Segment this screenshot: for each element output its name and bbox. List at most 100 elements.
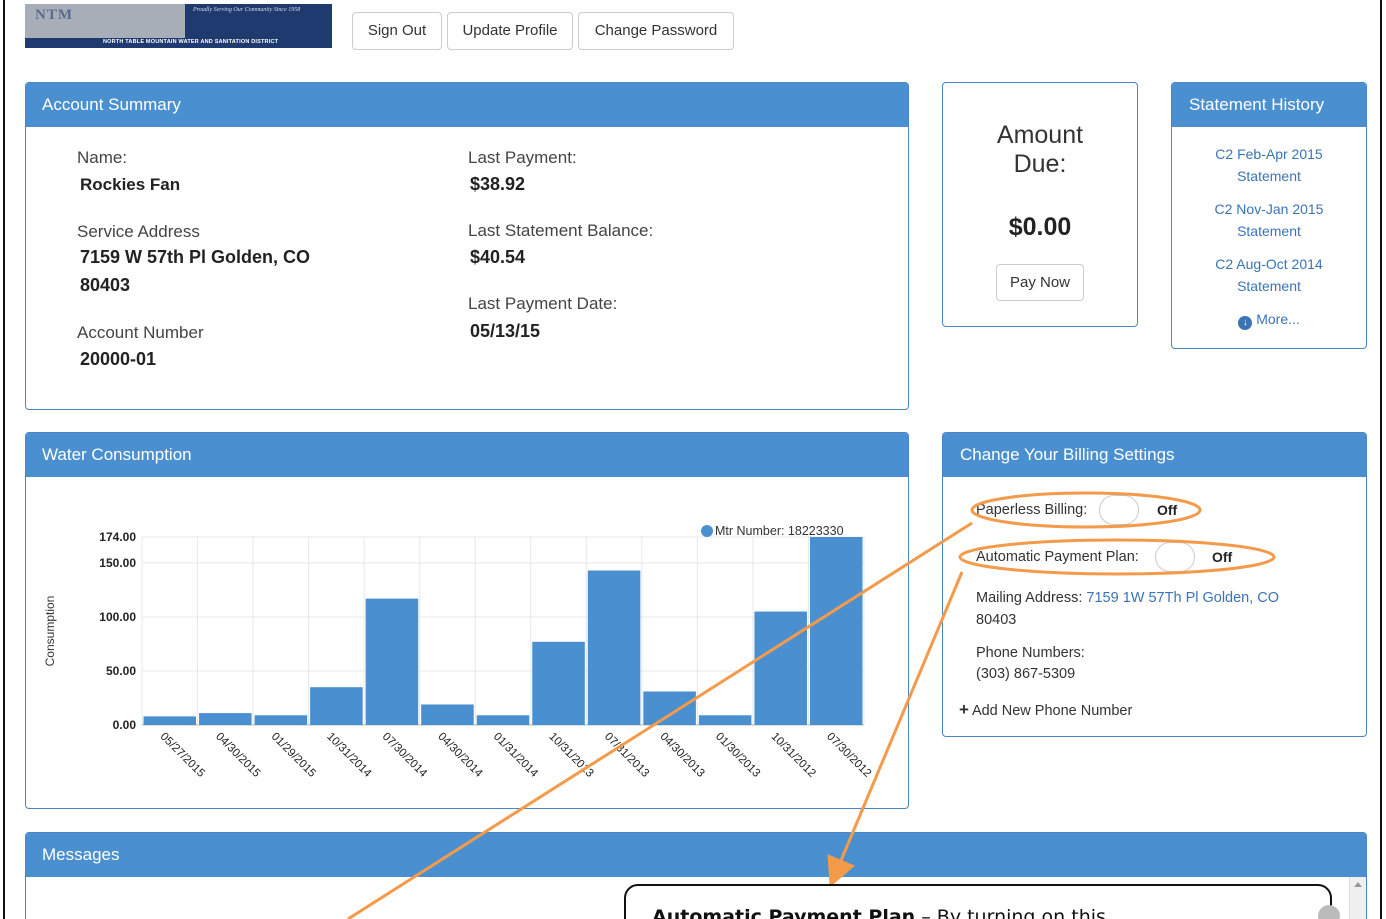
autopay-callout: Automatic Payment Plan – By turning on t…: [624, 884, 1332, 919]
logo-ntm-text: NTM: [35, 7, 73, 23]
add-phone-number-label: Add New Phone Number: [971, 703, 1133, 719]
messages-title: Messages: [26, 833, 1366, 877]
x-tick-label: 10/31/2014: [324, 731, 374, 781]
amount-due-label: Amount Due:: [943, 121, 1137, 179]
statement-history-title: Statement History: [1172, 83, 1366, 127]
name-value: Rockies Fan: [80, 175, 181, 194]
last-payment-value: $38.92: [470, 174, 526, 194]
y-tick-label: 174.00: [99, 530, 136, 544]
scroll-up-arrow-icon: [1354, 882, 1362, 887]
statement-link-2-line2: Statement: [1237, 223, 1301, 239]
x-tick-label: 01/29/2015: [269, 731, 318, 780]
circle-arrow-down-icon: ↓: [1238, 316, 1253, 330]
mailing-address-label: Mailing Address:: [976, 590, 1083, 606]
bar: [754, 611, 807, 725]
y-tick-label: 150.00: [99, 556, 136, 570]
statement-link-1-line2: Statement: [1237, 168, 1301, 184]
x-tick-label: 05/27/2015: [158, 731, 207, 780]
bar: [809, 537, 863, 725]
y-tick-label: 100.00: [99, 610, 136, 624]
service-address-line1: 7159 W 57th Pl Golden, CO: [80, 247, 311, 267]
bar: [365, 598, 419, 725]
bar: [698, 715, 752, 725]
paperless-billing-label: Paperless Billing:: [976, 502, 1088, 518]
mailing-address: Mailing Address: 7159 1W 57Th Pl Golden,…: [976, 590, 1279, 606]
legend-label: Mtr Number: 18223330: [715, 524, 844, 538]
account-number-label: Account Number: [77, 323, 204, 342]
change-password-button[interactable]: Change Password: [578, 12, 734, 50]
more-statements-link[interactable]: ↓ More...: [1172, 308, 1366, 330]
y-axis-label: Consumption: [43, 596, 57, 667]
autopay-callout-rest: – By turning on this: [915, 906, 1106, 919]
water-consumption-panel: Water Consumption 0.00 50.00 100.00 150.00 1…: [25, 432, 909, 809]
sign-out-button[interactable]: Sign Out: [352, 12, 442, 50]
statement-link-3-line2: Statement: [1237, 278, 1301, 294]
update-profile-button[interactable]: Update Profile: [447, 12, 573, 50]
paperless-billing-state: Off: [1157, 502, 1178, 518]
amount-due-value: $0.00: [1008, 213, 1072, 241]
x-tick-label: 07/30/2014: [380, 731, 430, 781]
bar: [199, 713, 252, 725]
bar: [310, 687, 363, 725]
x-tick-label: 04/30/2015: [213, 731, 262, 780]
name-label: Name:: [77, 148, 128, 167]
x-tick-label: 10/31/2012: [769, 731, 818, 780]
statement-link-3-line1: C2 Aug-Oct 2014: [1215, 256, 1323, 272]
legend-swatch: [701, 525, 713, 537]
mailing-address-value[interactable]: 7159 1W 57Th Pl Golden, CO: [1086, 590, 1279, 606]
x-tick-label: 07/30/2012: [824, 731, 873, 780]
y-tick-label: 50.00: [106, 664, 136, 678]
messages-scrollbar[interactable]: [1349, 877, 1366, 919]
more-statements-label: More...: [1256, 311, 1300, 327]
y-tick-label: 0.00: [113, 718, 137, 732]
x-tick-label: 01/31/2014: [491, 731, 541, 781]
autopay-callout-text: Automatic Payment Plan – By turning on t…: [652, 906, 1106, 919]
consumption-chart: 0.0050.00100.00150.00174.0005/27/2015 04/…: [43, 524, 873, 781]
amount-due-panel: Amount Due: $0.00 Pay Now: [942, 82, 1138, 327]
bar: [643, 691, 696, 725]
bar: [532, 641, 585, 725]
service-address-label: Service Address: [77, 222, 200, 241]
logo-tagline: Proudly Serving Our Community Since 1958: [193, 7, 301, 13]
service-address-line2: 80403: [80, 275, 131, 295]
statement-link-2-line1: C2 Nov-Jan 2015: [1214, 201, 1324, 217]
amount-due-label-line1: Amount: [996, 121, 1084, 149]
statement-link-2[interactable]: C2 Nov-Jan 2015 Statement: [1172, 198, 1366, 242]
autopay-toggle[interactable]: [1155, 542, 1195, 572]
statement-link-3[interactable]: C2 Aug-Oct 2014 Statement: [1172, 253, 1366, 297]
paperless-billing-toggle[interactable]: [1099, 495, 1139, 525]
autopay-callout-bold: Automatic Payment Plan: [652, 906, 916, 919]
statement-history-panel: Statement History C2 Feb-Apr 2015 Stateme…: [1171, 82, 1367, 349]
bar: [143, 716, 197, 725]
statement-list: C2 Feb-Apr 2015 Statement C2 Nov-Jan 2015…: [1172, 143, 1366, 330]
last-payment-label: Last Payment:: [468, 148, 577, 167]
last-payment-date-label: Last Payment Date:: [468, 294, 618, 313]
water-consumption-title: Water Consumption: [26, 433, 908, 477]
phone-number-link[interactable]: (303) 867-5309: [976, 666, 1075, 682]
bar: [476, 715, 530, 725]
x-tick-label: 04/30/2014: [435, 731, 485, 781]
last-statement-value: $40.54: [470, 247, 526, 267]
pay-now-button[interactable]: Pay Now: [996, 264, 1084, 301]
mailing-address-zip[interactable]: 80403: [976, 612, 1016, 628]
phone-numbers-label: Phone Numbers:: [976, 645, 1085, 661]
account-summary-title: Account Summary: [26, 83, 908, 127]
billing-settings-title: Change Your Billing Settings: [943, 433, 1366, 477]
x-tick-label: 04/30/2013: [657, 731, 706, 780]
statement-link-1[interactable]: C2 Feb-Apr 2015 Statement: [1172, 143, 1366, 187]
amount-due-label-line2: Due:: [1013, 150, 1067, 178]
add-phone-number-link[interactable]: + Add New Phone Number: [959, 700, 1132, 720]
district-logo: NTM Proudly Serving Our Community Since …: [25, 4, 332, 48]
plus-icon: +: [959, 700, 969, 719]
last-payment-date-value: 05/13/15: [470, 321, 541, 341]
bar: [421, 704, 474, 725]
logo-district-name: NORTH TABLE MOUNTAIN WATER AND SANITATIO…: [103, 39, 279, 45]
billing-settings-panel: Change Your Billing Settings Paperless B…: [942, 432, 1367, 737]
bar: [254, 715, 308, 725]
last-statement-label: Last Statement Balance:: [468, 221, 654, 240]
autopay-state: Off: [1212, 549, 1233, 565]
x-tick-label: 07/31/2013: [602, 731, 651, 780]
x-tick-label: 10/31/2013: [546, 731, 595, 780]
account-number-value: 20000-01: [80, 349, 157, 369]
account-summary-panel: Account Summary Name: Rockies Fan Servic…: [25, 82, 909, 410]
